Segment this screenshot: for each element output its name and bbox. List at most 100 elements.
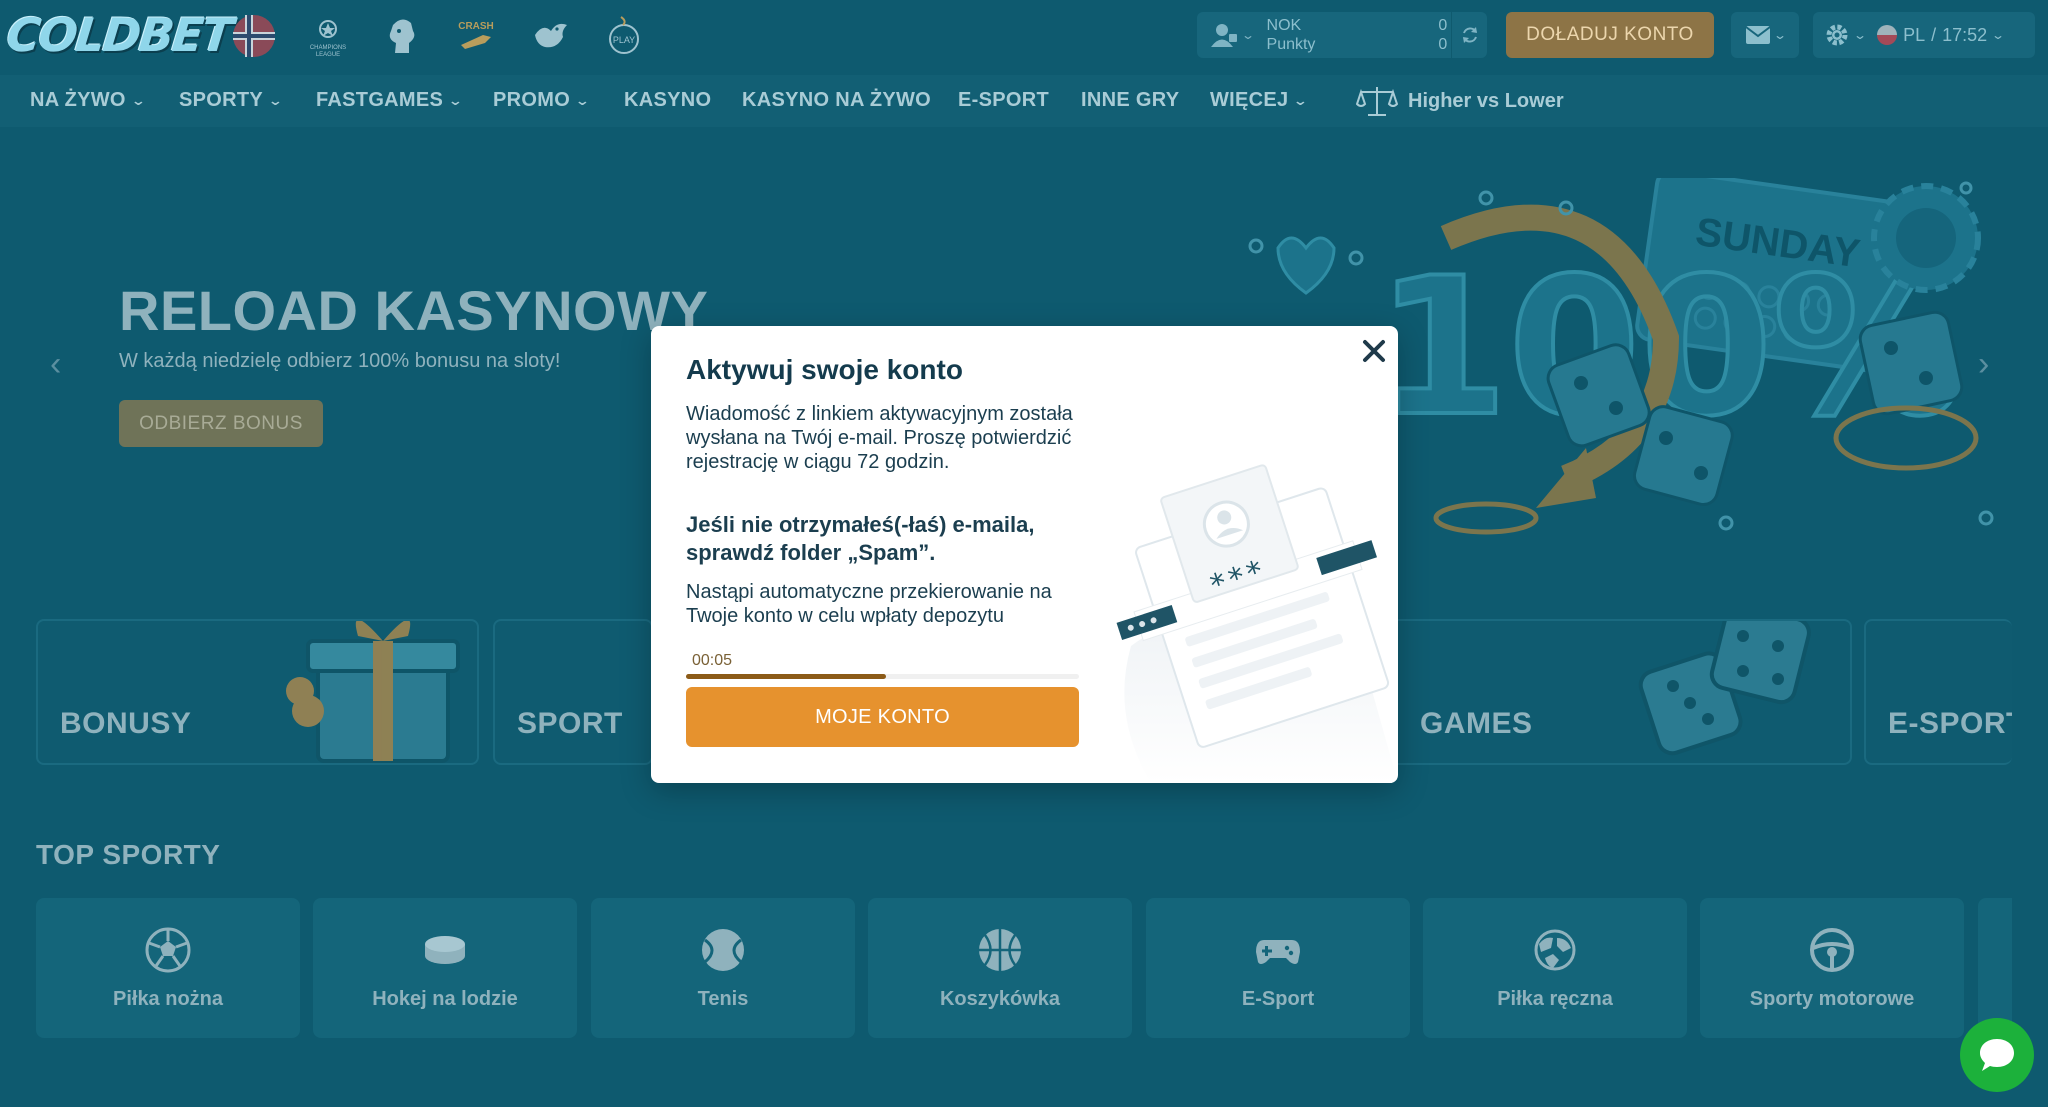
sport-card-ice-hockey[interactable]: Hokej na lodzie: [313, 898, 577, 1038]
gift-box-icon: [286, 621, 460, 763]
language-code: PL: [1903, 24, 1926, 45]
nav-live-casino[interactable]: KASYNO NA ŻYWO: [742, 89, 931, 112]
category-esport[interactable]: E-SPORT: [1864, 619, 2012, 765]
nav-other-games[interactable]: INNE GRY: [1081, 89, 1179, 112]
category-bonuses[interactable]: BONUSY: [36, 619, 479, 765]
gear-icon: [1826, 24, 1848, 46]
chevron-down-icon: ⌄: [267, 92, 284, 108]
nav-esport[interactable]: E-SPORT: [958, 89, 1049, 112]
nav-more[interactable]: WIĘCEJ ⌄: [1210, 89, 1309, 112]
chevron-down-icon: ⌄: [1772, 28, 1788, 42]
norway-flag-icon[interactable]: [230, 12, 278, 60]
crash-icon[interactable]: CRASH: [452, 12, 500, 60]
spam-hint: Jeśli nie otrzymałeś(-łaś) e-maila, spra…: [686, 512, 1035, 565]
points-label: Punkty: [1266, 36, 1316, 53]
nav-label: PROMO: [493, 89, 571, 111]
balance-value: 0: [1438, 17, 1448, 34]
refresh-balance-button[interactable]: [1451, 12, 1487, 58]
handball-icon: [1534, 929, 1576, 970]
category-games[interactable]: GAMES: [1398, 619, 1852, 765]
chevron-down-icon: ⌄: [1293, 92, 1309, 108]
my-account-button[interactable]: MOJE KONTO: [686, 687, 1079, 747]
clock-time: 17:52: [1942, 24, 1988, 45]
banner-prev-arrow[interactable]: ‹: [50, 345, 61, 384]
account-balance-box[interactable]: ⌄ NOK Punkty 0 0: [1197, 12, 1487, 58]
premier-league-icon[interactable]: [378, 12, 426, 60]
svg-text:LEAGUE: LEAGUE: [316, 52, 340, 58]
hockey-puck-icon: [425, 935, 465, 964]
quick-links: CHAMPIONS LEAGUE CRASH PLAY: [230, 12, 648, 60]
user-icon: [1210, 24, 1237, 47]
coldbet-logo[interactable]: COLDBET: [4, 2, 234, 68]
category-label: SPORT: [517, 707, 623, 740]
basketball-icon: [979, 928, 1021, 971]
poland-flag-icon: [1877, 25, 1898, 45]
sport-card-motorsport[interactable]: Sporty motorowe: [1700, 898, 1964, 1038]
nav-label: NA ŻYWO: [30, 89, 126, 111]
nav-label: WIĘCEJ: [1210, 89, 1289, 111]
deposit-button[interactable]: DOŁADUJ KONTO: [1506, 12, 1714, 58]
nav-label: SPORTY: [179, 89, 264, 111]
chevron-down-icon: ⌄: [1991, 28, 2006, 42]
category-sport[interactable]: SPORT: [493, 619, 653, 765]
svg-text:PLAY: PLAY: [613, 35, 635, 45]
gamepad-icon: [1256, 939, 1300, 964]
chevron-down-icon: ⌄: [574, 92, 591, 108]
password-document-illustration: ***: [1116, 464, 1398, 783]
sport-card-tennis[interactable]: Tenis: [591, 898, 855, 1038]
nav-label: KASYNO: [624, 89, 712, 111]
sport-card-partial[interactable]: [1978, 898, 2012, 1038]
top-header: COLDBET CHAMPIONS LEAGUE CRASH PLAY ⌄ NOK…: [0, 0, 2048, 70]
sport-label: Hokej na lodzie: [372, 987, 518, 1010]
messages-button[interactable]: ⌄: [1731, 12, 1799, 58]
close-button[interactable]: [1357, 334, 1391, 368]
nav-higher-vs-lower[interactable]: Higher vs Lower: [1356, 84, 1564, 118]
sport-card-basketball[interactable]: Koszykówka: [868, 898, 1132, 1038]
sport-label: Koszykówka: [939, 987, 1061, 1010]
close-icon: [1363, 340, 1385, 362]
chevron-down-icon: ⌄: [447, 92, 464, 108]
activation-message: Wiadomość z linkiem aktywacyjnym została…: [686, 403, 1073, 473]
nav-fastgames[interactable]: FASTGAMES ⌄: [316, 89, 464, 112]
sport-card-esport[interactable]: E-Sport: [1146, 898, 1410, 1038]
live-chat-button[interactable]: [1960, 1018, 2034, 1092]
banner-next-arrow[interactable]: ›: [1978, 345, 1989, 384]
nav-label: Higher vs Lower: [1408, 89, 1564, 112]
refresh-icon: [1462, 27, 1477, 43]
svg-text:CHAMPIONS: CHAMPIONS: [310, 45, 346, 51]
countdown-timer: 00:05: [692, 652, 733, 669]
chat-bubble-icon: [1980, 1039, 2014, 1071]
chevron-down-icon: ⌄: [1852, 28, 1868, 42]
countdown-progress-track: [686, 674, 1079, 679]
svg-text:CRASH: CRASH: [458, 21, 494, 32]
countdown-progress-fill: [686, 674, 887, 679]
category-label: GAMES: [1420, 707, 1533, 740]
sport-label: Piłka ręczna: [1497, 987, 1613, 1010]
play-icon[interactable]: PLAY: [600, 12, 648, 60]
bird-game-icon[interactable]: [526, 12, 574, 60]
dice-icon: [1638, 621, 1811, 756]
user-menu[interactable]: ⌄: [1197, 22, 1267, 48]
banner-title: RELOAD KASYNOWY: [119, 279, 709, 342]
nav-promo[interactable]: PROMO ⌄: [493, 89, 591, 112]
nav-sports[interactable]: SPORTY ⌄: [179, 89, 284, 112]
chevron-down-icon: ⌄: [1240, 28, 1255, 42]
category-label: E-SPORT: [1888, 707, 2012, 740]
tennis-ball-icon: [702, 928, 744, 971]
mail-icon: [1745, 26, 1771, 44]
activate-account-modal: Aktywuj swoje konto Wiadomość z linkiem …: [651, 326, 1398, 783]
sport-label: Tenis: [697, 987, 749, 1010]
top-sports-heading: TOP SPORTY: [36, 839, 221, 870]
sport-label: E-Sport: [1241, 987, 1315, 1010]
sport-card-handball[interactable]: Piłka ręczna: [1423, 898, 1687, 1038]
sport-label: Sporty motorowe: [1749, 987, 1915, 1010]
nav-live[interactable]: NA ŻYWO ⌄: [30, 89, 146, 112]
scales-icon: [1356, 87, 1398, 116]
nav-casino[interactable]: KASYNO: [624, 89, 711, 112]
claim-bonus-button[interactable]: ODBIERZ BONUS: [119, 400, 323, 447]
sport-card-soccer[interactable]: Piłka nożna: [36, 898, 300, 1038]
nav-label: KASYNO NA ŻYWO: [742, 89, 932, 111]
champions-league-icon[interactable]: CHAMPIONS LEAGUE: [304, 12, 352, 60]
settings-language-button[interactable]: ⌄ PL / 17:52 ⌄: [1813, 12, 2035, 58]
nav-label: INNE GRY: [1081, 89, 1180, 111]
